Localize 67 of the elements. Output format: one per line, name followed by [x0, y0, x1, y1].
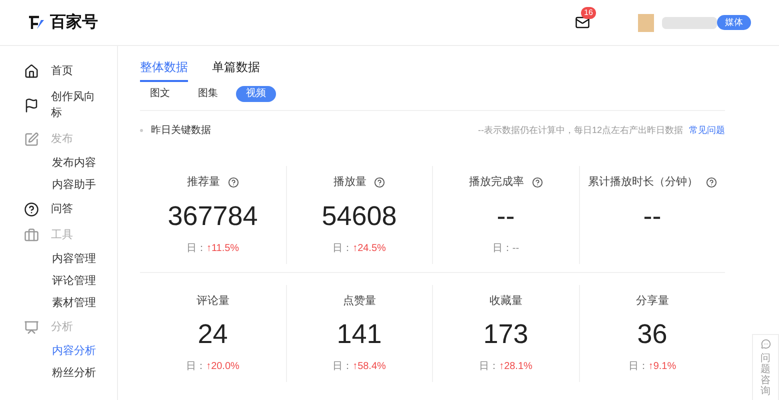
- sidebar-item[interactable]: 问答: [51, 201, 103, 217]
- tab[interactable]: 单篇数据: [212, 58, 260, 82]
- sidebar-item[interactable]: 素材管理: [52, 295, 104, 311]
- day-label: 日：: [186, 242, 206, 256]
- metric-label: 收藏量: [489, 294, 522, 308]
- day-change: ↑20.0%: [206, 360, 240, 374]
- flag-icon: [24, 98, 39, 112]
- tab[interactable]: 整体数据: [140, 58, 188, 82]
- metric-value: --: [643, 200, 662, 232]
- metric-label: 播放量: [333, 175, 366, 190]
- sidebar-item[interactable]: 创作风向标: [51, 89, 103, 121]
- sidebar-item[interactable]: 内容管理: [52, 251, 104, 267]
- metric-value: --: [496, 200, 515, 232]
- help-icon[interactable]: [228, 176, 239, 188]
- avatar-placeholder: [638, 14, 654, 32]
- metric-value: 173: [483, 318, 528, 351]
- faq-link[interactable]: 常见问题: [689, 124, 725, 138]
- presentation-board-icon: [24, 320, 39, 334]
- metric-label: 点赞量: [342, 294, 376, 308]
- briefcase-icon: [24, 228, 39, 242]
- notification-badge: 16: [581, 7, 596, 19]
- day-label: 日：: [186, 360, 206, 374]
- blurred-name: [662, 16, 717, 28]
- account-tag: 媒体: [717, 15, 751, 30]
- day-label: 日：: [628, 360, 648, 374]
- chat-icon: [760, 339, 770, 349]
- help-icon[interactable]: [374, 176, 386, 188]
- sidebar-item[interactable]: 粉丝分析: [52, 365, 104, 381]
- sidebar-item[interactable]: 内容助手: [52, 177, 104, 193]
- metric-label: 播放完成率: [468, 174, 524, 190]
- sidebar-item[interactable]: 评论管理: [52, 273, 104, 289]
- metric-label: 推荐量: [186, 174, 220, 190]
- day-label: 日：: [332, 360, 353, 374]
- day-label: 日：: [332, 242, 353, 256]
- help-icon: [24, 202, 39, 216]
- help-float-label: 问题咨询: [760, 353, 770, 397]
- metric-value: 54608: [322, 200, 397, 232]
- metric-value: 141: [336, 318, 382, 351]
- metric-value: 36: [637, 318, 668, 351]
- logo-text: 百家号: [50, 12, 98, 32]
- metric-label: 评论量: [196, 294, 230, 308]
- day-change: ↑24.5%: [352, 242, 386, 256]
- metric-label: 累计播放时长（分钟）: [588, 175, 698, 190]
- filter-chip[interactable]: 图集: [188, 86, 228, 102]
- day-label: 日：: [479, 360, 500, 374]
- day-change: ↑11.5%: [206, 242, 240, 256]
- day-change: ↑9.1%: [648, 360, 676, 374]
- mail-icon[interactable]: [575, 15, 590, 30]
- filter-chip[interactable]: 视频: [236, 86, 276, 102]
- note-text: --表示数据仍在计算中，每日12点左右产出昨日数据: [478, 124, 683, 137]
- metric-value: 24: [198, 318, 228, 351]
- help-icon[interactable]: [706, 176, 717, 188]
- edit-icon: [24, 132, 39, 146]
- filter-chip[interactable]: 图文: [140, 86, 180, 102]
- day-change: --: [512, 242, 520, 256]
- metric-label: 分享量: [636, 294, 669, 308]
- day-change: ↑58.4%: [352, 360, 386, 374]
- sidebar-item[interactable]: 首页: [51, 63, 103, 79]
- sidebar-item[interactable]: 内容分析: [52, 343, 104, 359]
- home-icon: [24, 64, 39, 78]
- day-change: ↑28.1%: [499, 360, 532, 374]
- metric-value: 367784: [168, 200, 258, 232]
- day-label: 日：: [492, 242, 512, 256]
- section-title: 昨日关键数据: [151, 124, 211, 138]
- logo-icon: [28, 14, 46, 30]
- help-icon[interactable]: [532, 176, 543, 188]
- sidebar-item[interactable]: 发布内容: [52, 155, 104, 171]
